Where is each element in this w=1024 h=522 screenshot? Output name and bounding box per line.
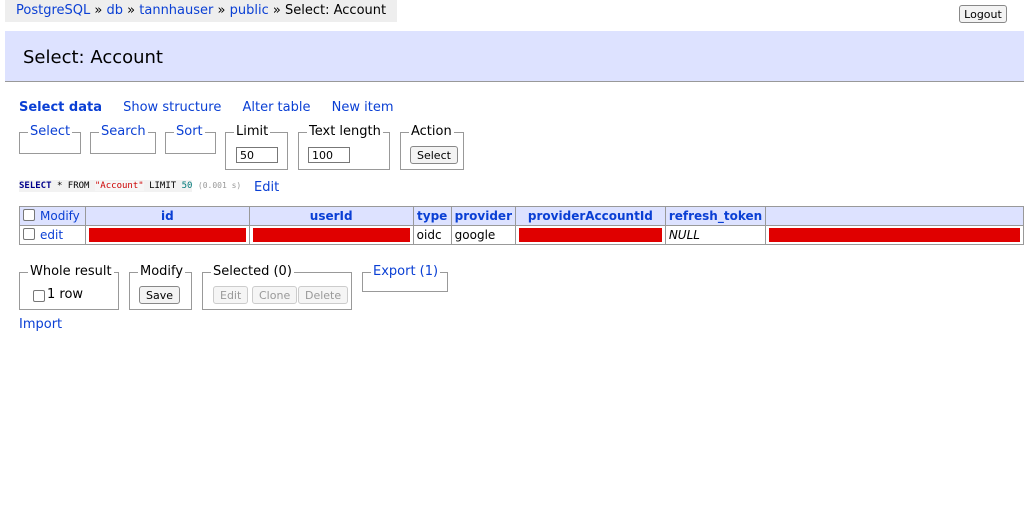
- save-button[interactable]: Save: [139, 286, 181, 304]
- search-toggle[interactable]: Search: [99, 125, 148, 139]
- row-checkbox[interactable]: [23, 228, 35, 240]
- column-sort-id[interactable]: id: [161, 209, 174, 223]
- column-header-refresh-token[interactable]: refresh_token: [664, 206, 767, 226]
- column-sort-userid[interactable]: userId: [310, 209, 353, 223]
- cell-id: [84, 225, 250, 245]
- nav-new-item[interactable]: New item: [332, 100, 394, 115]
- cell-provider: google: [450, 225, 517, 245]
- row-modify-cell: edit: [19, 225, 86, 245]
- select-all-checkbox[interactable]: [23, 209, 35, 221]
- page-header: Select: Account: [5, 31, 1024, 82]
- whole-result-label: Whole result: [28, 264, 114, 279]
- select-toggle[interactable]: Select: [28, 125, 73, 139]
- whole-result-checkbox[interactable]: [33, 290, 45, 302]
- column-header-type[interactable]: type: [412, 206, 452, 226]
- sql-keyword: FROM: [67, 181, 90, 191]
- sort-toggle[interactable]: Sort: [174, 125, 205, 139]
- modify-all-link[interactable]: Modify: [40, 209, 80, 223]
- breadcrumb-current: Select: Account: [285, 3, 387, 18]
- cell-userid: [248, 225, 414, 245]
- select-fieldset: Select: [19, 125, 81, 154]
- breadcrumb-separator: »: [127, 3, 136, 18]
- column-header-userid[interactable]: userId: [248, 206, 414, 226]
- table-nav: Select data Show structure Alter table N…: [19, 100, 410, 115]
- sort-fieldset: Sort: [165, 125, 216, 154]
- row-count: 1 row: [47, 287, 84, 302]
- column-header-provideraccountid[interactable]: providerAccountId: [515, 206, 666, 226]
- text-length-label: Text length: [307, 124, 383, 139]
- export-toggle[interactable]: Export (1): [371, 265, 441, 279]
- sql-table-name: "Account": [94, 181, 144, 191]
- limit-label: Limit: [234, 124, 271, 139]
- nav-select-data[interactable]: Select data: [19, 100, 102, 115]
- sql-keyword: LIMIT: [149, 181, 177, 191]
- limit-fieldset: Limit: [225, 125, 288, 170]
- edit-query-link[interactable]: Edit: [254, 180, 279, 195]
- row-edit-link[interactable]: edit: [40, 228, 63, 242]
- action-label: Action: [409, 124, 454, 139]
- cell-next: [765, 225, 1024, 245]
- table-row: edit oidc google NULL: [19, 225, 1024, 245]
- sql-star: *: [56, 181, 63, 191]
- cell-refresh-token: NULL: [664, 225, 767, 245]
- modify-label: Modify: [138, 264, 186, 279]
- nav-show-structure[interactable]: Show structure: [123, 100, 221, 115]
- text-length-input[interactable]: [308, 147, 350, 163]
- modify-header: Modify: [19, 206, 86, 226]
- sql-keyword: SELECT: [19, 181, 52, 191]
- clone-selected-button[interactable]: Clone: [252, 286, 298, 304]
- text-length-fieldset: Text length: [298, 125, 390, 170]
- breadcrumb-separator: »: [94, 3, 103, 18]
- column-sort-provider[interactable]: provider: [455, 209, 512, 223]
- column-header-next[interactable]: [765, 206, 1024, 226]
- whole-result-fieldset: Whole result 1 row: [19, 265, 119, 310]
- nav-alter-table[interactable]: Alter table: [242, 100, 310, 115]
- sql-limit-number: 50: [181, 181, 193, 191]
- breadcrumb: PostgreSQL » db » tannhauser » public » …: [5, 0, 398, 22]
- sql-query: SELECT * FROM "Account" LIMIT 50 (0.001 …: [19, 180, 242, 192]
- logout-button[interactable]: Logout: [959, 5, 1007, 23]
- redacted-value: [88, 228, 246, 242]
- edit-selected-button[interactable]: Edit: [213, 286, 249, 304]
- selected-fieldset: Selected (0) Edit Clone Delete: [202, 265, 352, 310]
- action-fieldset: Action Select: [400, 125, 464, 170]
- modify-fieldset: Modify Save: [129, 265, 192, 310]
- column-header-provider[interactable]: provider: [450, 206, 517, 226]
- data-table: Modify id userId type provider providerA…: [19, 206, 1024, 245]
- breadcrumb-db[interactable]: db: [107, 3, 124, 18]
- import-link[interactable]: Import: [19, 317, 62, 332]
- column-sort-type[interactable]: type: [417, 209, 447, 223]
- redacted-value: [769, 228, 1020, 242]
- column-header-id[interactable]: id: [84, 206, 250, 226]
- breadcrumb-separator: »: [272, 3, 281, 18]
- delete-selected-button[interactable]: Delete: [298, 286, 349, 304]
- table-header-row: Modify id userId type provider providerA…: [19, 206, 1024, 226]
- selected-label: Selected (0): [211, 264, 294, 279]
- cell-provideraccountid: [515, 225, 666, 245]
- breadcrumb-tannhauser[interactable]: tannhauser: [139, 3, 213, 18]
- limit-input[interactable]: [236, 147, 278, 163]
- redacted-value: [252, 228, 410, 242]
- cell-type: oidc: [412, 225, 452, 245]
- export-fieldset: Export (1): [362, 265, 448, 292]
- search-fieldset: Search: [90, 125, 156, 154]
- select-button[interactable]: Select: [410, 146, 458, 164]
- column-sort-provideraccountid[interactable]: providerAccountId: [528, 209, 653, 223]
- breadcrumb-postgresql[interactable]: PostgreSQL: [16, 3, 90, 18]
- page-title: Select: Account: [23, 47, 163, 68]
- column-sort-refresh-token[interactable]: refresh_token: [669, 209, 762, 223]
- breadcrumb-separator: »: [217, 3, 226, 18]
- query-time: (0.001 s): [197, 181, 242, 190]
- redacted-value: [519, 228, 662, 242]
- breadcrumb-public[interactable]: public: [230, 3, 269, 18]
